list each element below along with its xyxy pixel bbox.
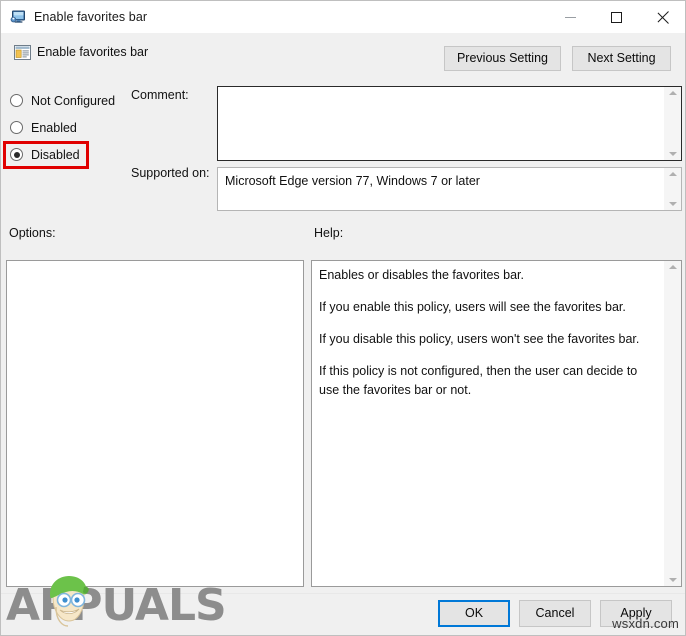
chevron-down-icon[interactable] xyxy=(668,578,677,582)
help-label: Help: xyxy=(314,226,344,240)
help-panel: Enables or disables the favorites bar. I… xyxy=(311,260,682,587)
supported-on-scrollbar[interactable] xyxy=(664,168,681,210)
close-button[interactable] xyxy=(639,1,685,33)
help-paragraph: If this policy is not configured, then t… xyxy=(319,364,638,397)
minimize-icon xyxy=(564,16,576,18)
radio-enabled[interactable]: Enabled xyxy=(10,114,140,141)
maximize-icon xyxy=(610,11,622,23)
policy-header: Enable favorites bar Previous Setting Ne… xyxy=(1,33,685,79)
help-paragraph: Enables or disables the favorites bar. xyxy=(319,268,524,282)
ok-button[interactable]: OK xyxy=(438,600,510,627)
radio-icon xyxy=(10,94,23,107)
radio-label: Not Configured xyxy=(31,93,116,108)
help-scrollbar[interactable] xyxy=(664,261,681,586)
appuals-wordmark: APPUALS xyxy=(6,580,227,631)
window-controls xyxy=(547,1,685,33)
help-paragraph: If you enable this policy, users will se… xyxy=(319,300,626,315)
radio-selected-icon xyxy=(10,148,23,161)
radio-not-configured[interactable]: Not Configured xyxy=(10,87,140,114)
policy-setting-dialog: Enable favorites bar Enable favorites ba… xyxy=(0,0,686,636)
computer-monitor-icon xyxy=(10,9,26,25)
radio-icon xyxy=(10,121,23,134)
cancel-button[interactable]: Cancel xyxy=(519,600,591,627)
options-panel[interactable] xyxy=(6,260,304,587)
options-label: Options: xyxy=(9,226,56,240)
supported-on-value: Microsoft Edge version 77, Windows 7 or … xyxy=(225,174,480,188)
chevron-up-icon[interactable] xyxy=(668,172,677,176)
radio-label: Disabled xyxy=(31,147,80,162)
chevron-down-icon[interactable] xyxy=(668,152,677,156)
policy-title: Enable favorites bar xyxy=(37,45,149,59)
comment-input[interactable] xyxy=(217,86,682,161)
policy-window-icon xyxy=(14,45,31,60)
footer-buttons: OK Cancel Apply xyxy=(438,600,672,627)
window-title: Enable favorites bar xyxy=(34,10,148,24)
maximize-button[interactable] xyxy=(593,1,639,33)
footer-divider xyxy=(1,593,685,594)
minimize-button[interactable] xyxy=(547,1,593,33)
radio-label: Enabled xyxy=(31,120,77,135)
policy-state-radio-group: Not Configured Enabled Disabled xyxy=(10,87,140,168)
title-bar: Enable favorites bar xyxy=(1,1,685,33)
supported-on-field: Microsoft Edge version 77, Windows 7 or … xyxy=(217,167,682,211)
close-icon xyxy=(656,11,669,24)
chevron-up-icon[interactable] xyxy=(668,91,677,95)
comment-scrollbar[interactable] xyxy=(664,87,681,160)
next-setting-button[interactable]: Next Setting xyxy=(572,46,671,71)
help-text: Enables or disables the favorites bar. I… xyxy=(319,266,649,399)
navigation-buttons: Previous Setting Next Setting xyxy=(443,46,671,71)
chevron-down-icon[interactable] xyxy=(668,202,677,206)
supported-on-label: Supported on: xyxy=(131,166,210,180)
apply-button[interactable]: Apply xyxy=(600,600,672,627)
previous-setting-button[interactable]: Previous Setting xyxy=(443,46,561,71)
chevron-up-icon[interactable] xyxy=(668,265,677,269)
radio-disabled[interactable]: Disabled xyxy=(10,141,140,168)
help-paragraph: If you disable this policy, users won't … xyxy=(319,332,640,347)
comment-label: Comment: xyxy=(131,88,189,102)
